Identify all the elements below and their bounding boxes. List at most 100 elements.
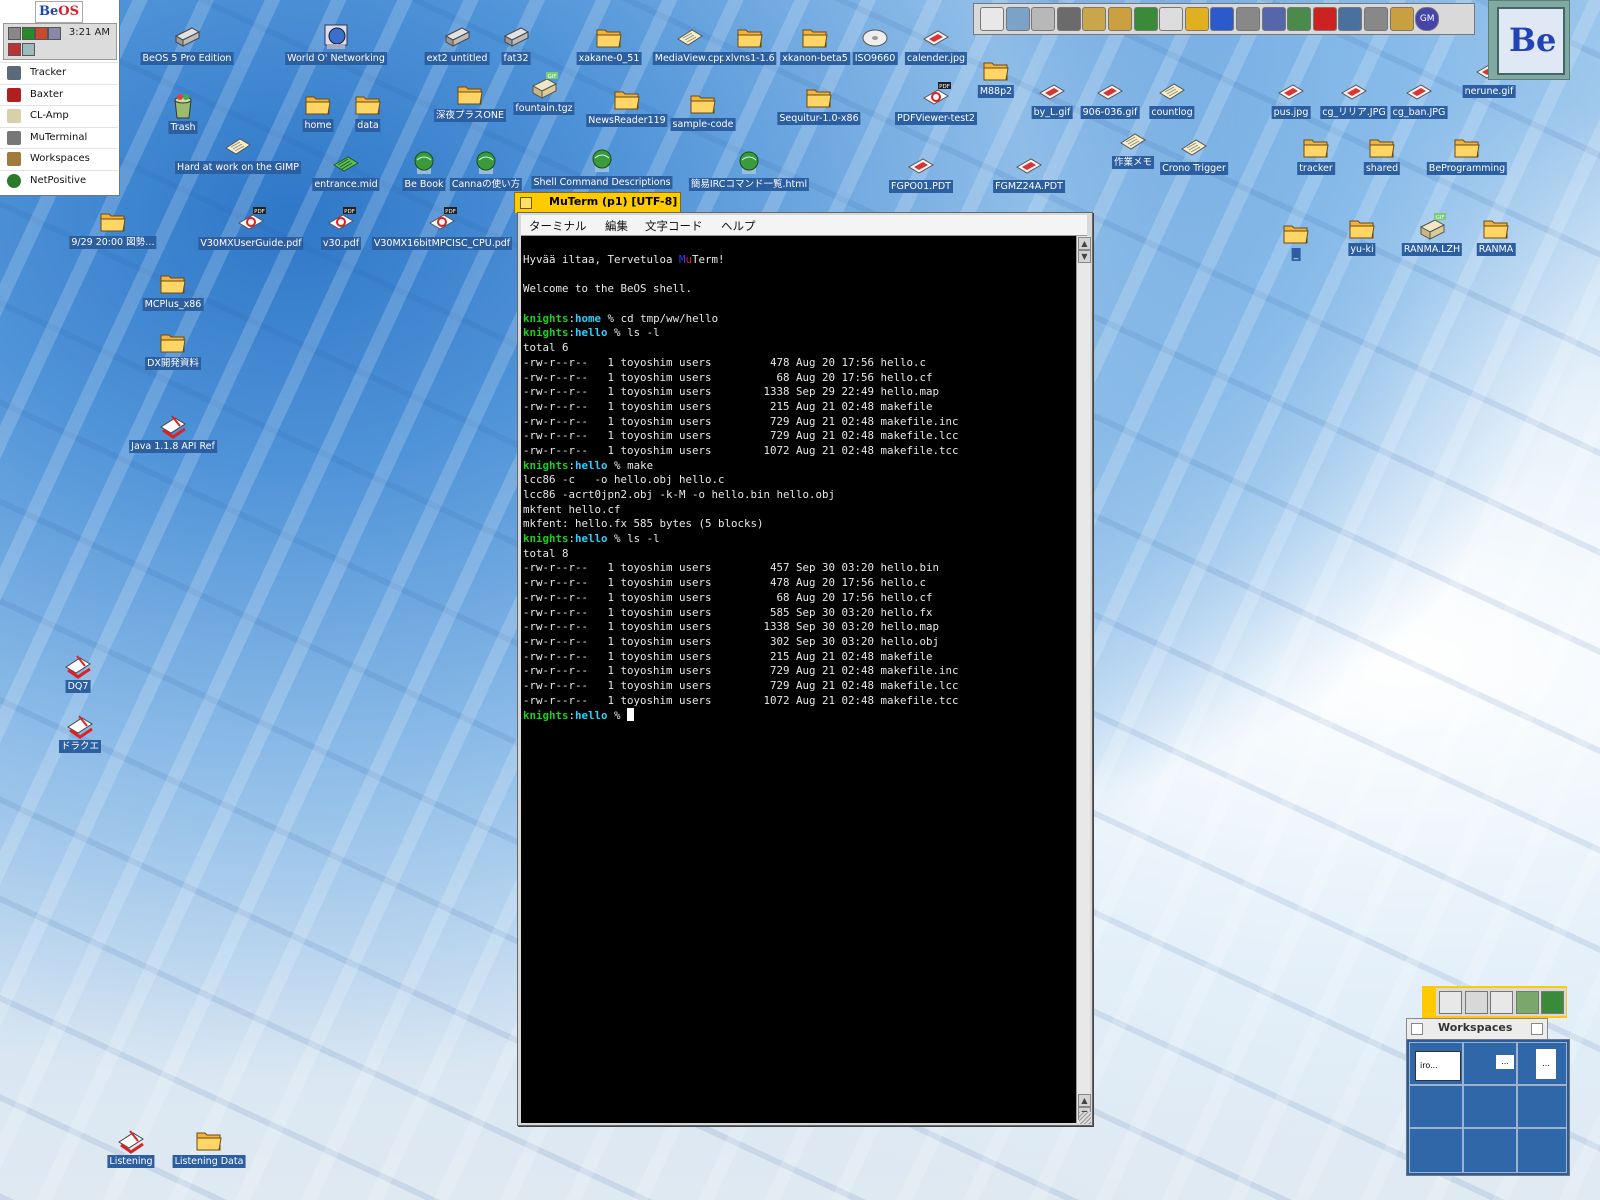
grid-icon[interactable]: [1389, 7, 1414, 31]
workspaces-zoom-button[interactable]: [1531, 1023, 1543, 1035]
deskbar-item[interactable]: Baxter: [0, 83, 118, 106]
desktop-icon[interactable]: ext2 untitled: [424, 22, 490, 66]
vertical-scrollbar[interactable]: ▲ ▼ ▲ ▼: [1076, 236, 1091, 1123]
menu-edit[interactable]: 編集: [605, 218, 628, 234]
desktop-icon[interactable]: DX開発資料: [145, 327, 201, 371]
desktop-icon[interactable]: NewsReader119: [586, 84, 668, 128]
window-tab[interactable]: MuTerm (p1) [UTF-8]: [514, 192, 681, 213]
desktop-icon[interactable]: 簡易IRCコマンド一覧.html: [688, 148, 810, 192]
desktop-icon[interactable]: Crono Trigger: [1160, 132, 1228, 176]
desktop-icon[interactable]: tracker: [1297, 132, 1335, 176]
menu-help[interactable]: ヘルプ: [721, 218, 756, 234]
deskbar-item[interactable]: Workspaces: [0, 148, 118, 170]
workspace-2[interactable]: ...: [1463, 1042, 1517, 1085]
desktop-icon[interactable]: M88p2: [977, 55, 1015, 99]
gear-icon[interactable]: [1287, 7, 1312, 31]
desktop-icon[interactable]: home: [302, 89, 334, 133]
deskbar-item[interactable]: Tracker: [0, 62, 118, 84]
sync-icon[interactable]: [1464, 991, 1488, 1014]
desktop-icon[interactable]: BeProgramming: [1426, 132, 1508, 176]
desktop-icon[interactable]: PDF PDFViewer-test2: [895, 82, 977, 126]
workspace-9[interactable]: [1517, 1128, 1567, 1173]
desktop-icon[interactable]: cg_ban.JPG: [1390, 76, 1448, 120]
desktop-icon[interactable]: FGMZ24A.PDT: [993, 150, 1065, 194]
disk-tray-icon[interactable]: [8, 27, 21, 40]
scroll-down-arrow-icon[interactable]: ▼: [1078, 250, 1091, 263]
desktop-icon[interactable]: GIF RANMA.LZH: [1401, 213, 1463, 257]
desktop-icon[interactable]: GIF fountain.tgz: [513, 72, 575, 116]
be-menu-button[interactable]: BeOS: [35, 1, 83, 23]
deskbar-clock[interactable]: 3:21 AM: [69, 27, 110, 38]
desktop-icon[interactable]: 作業メモ: [1111, 126, 1155, 170]
volume-tray-icon[interactable]: [35, 27, 48, 40]
eye-icon[interactable]: [1184, 7, 1209, 31]
acrobat-tray-icon[interactable]: [8, 43, 21, 56]
desktop-icon[interactable]: yu-ki: [1348, 213, 1376, 257]
desktop-icon[interactable]: Listening Data: [172, 1125, 246, 1169]
globe-icon[interactable]: [1541, 991, 1564, 1014]
cpu-tray-icon[interactable]: [22, 27, 35, 40]
cdplayer-icon[interactable]: [1338, 7, 1363, 31]
workspace-6[interactable]: [1517, 1085, 1567, 1128]
stylededit-icon[interactable]: [1005, 7, 1030, 31]
mail-tray-icon[interactable]: [22, 43, 35, 56]
pen-tray-icon[interactable]: [48, 27, 61, 40]
diskprobe-icon[interactable]: [1031, 7, 1056, 31]
menu-encoding[interactable]: 文字コード: [645, 218, 703, 234]
toolbar-config-icon[interactable]: [980, 7, 1004, 31]
workspace-7[interactable]: [1409, 1128, 1463, 1173]
scroll-up-arrow-icon[interactable]: ▲: [1078, 237, 1091, 250]
desktop-icon[interactable]: countlog: [1149, 76, 1195, 120]
workspace-3[interactable]: ...: [1517, 1042, 1567, 1085]
workspace-4[interactable]: [1409, 1085, 1463, 1128]
desktop-icon[interactable]: cg_リリア.JPG: [1320, 76, 1388, 120]
menu-terminal[interactable]: ターミナル: [529, 218, 587, 234]
pencil-icon[interactable]: [1133, 7, 1158, 31]
desktop-icon[interactable]: MediaView.cpp: [652, 22, 728, 66]
desktop-icon[interactable]: ドラクエ: [58, 710, 102, 754]
desktop-icon[interactable]: PDF v30.pdf: [320, 207, 362, 251]
desktop-icon[interactable]: Cannaの使い方: [449, 148, 523, 192]
deskbar-item[interactable]: NetPositive: [0, 169, 118, 192]
globe-icon[interactable]: [1108, 7, 1132, 31]
clock-widget[interactable]: Be: [1488, 0, 1570, 80]
chip-icon[interactable]: [1236, 7, 1260, 31]
flower-icon[interactable]: [1261, 7, 1286, 31]
resize-handle[interactable]: [1079, 1112, 1091, 1124]
gm-icon[interactable]: GM: [1415, 7, 1440, 31]
desktop-icon[interactable]: entrance.mid: [312, 148, 380, 192]
workspace-1[interactable]: iro...: [1409, 1042, 1463, 1085]
desktop-icon[interactable]: data: [355, 89, 381, 133]
tools-icon[interactable]: [1210, 7, 1235, 31]
desktop-icon[interactable]: Listening: [107, 1125, 155, 1169]
desktop-icon[interactable]: 906-036.gif: [1080, 76, 1140, 120]
deskbar-item[interactable]: CL-Amp: [0, 105, 118, 127]
box-icon[interactable]: [1515, 991, 1539, 1014]
terminal-output[interactable]: Hyvää iltaa, Tervetuloa MuTerm! Welcome …: [521, 236, 1076, 1123]
desktop-icon[interactable]: shared: [1363, 132, 1401, 176]
desktop-icon[interactable]: calender.jpg: [904, 22, 968, 66]
workspaces-tab[interactable]: Workspaces: [1406, 1018, 1548, 1040]
desktop-icon[interactable]: FGPO01.PDT: [889, 150, 953, 194]
desktop-icon[interactable]: Java 1.1.8 API Ref: [129, 410, 217, 454]
desktop-icon[interactable]: fat32: [501, 22, 531, 66]
font-icon[interactable]: [1159, 7, 1184, 31]
copy-icon[interactable]: [1490, 991, 1513, 1014]
desktop-icon[interactable]: RANMA: [1476, 213, 1516, 257]
desktop-icon[interactable]: Be Book: [402, 148, 446, 192]
desktop-icon[interactable]: Shell Command Descriptions: [531, 146, 673, 190]
desktop-icon[interactable]: BeOS 5 Pro Edition: [140, 22, 234, 66]
deskbar-item[interactable]: MuTerminal: [0, 126, 118, 149]
desktop-icon[interactable]: 9/29 20:00 図勢…: [69, 206, 157, 250]
package-icon[interactable]: [1082, 7, 1107, 31]
scroll-up-arrow-icon[interactable]: ▲: [1078, 1094, 1091, 1107]
desktop-icon[interactable]: sample-code: [670, 88, 736, 132]
download-icon[interactable]: [1439, 991, 1462, 1014]
close-button[interactable]: [520, 197, 532, 209]
desktop-icon[interactable]: ISO9660: [852, 22, 898, 66]
workspace-5[interactable]: [1463, 1085, 1517, 1128]
people-icon[interactable]: [1056, 7, 1081, 31]
desktop-icon[interactable]: DQ7: [65, 650, 91, 694]
desktop-icon[interactable]: PDF V30MX16bitMPCISC_CPU.pdf: [371, 207, 513, 251]
acrobat-icon[interactable]: [1312, 7, 1337, 31]
